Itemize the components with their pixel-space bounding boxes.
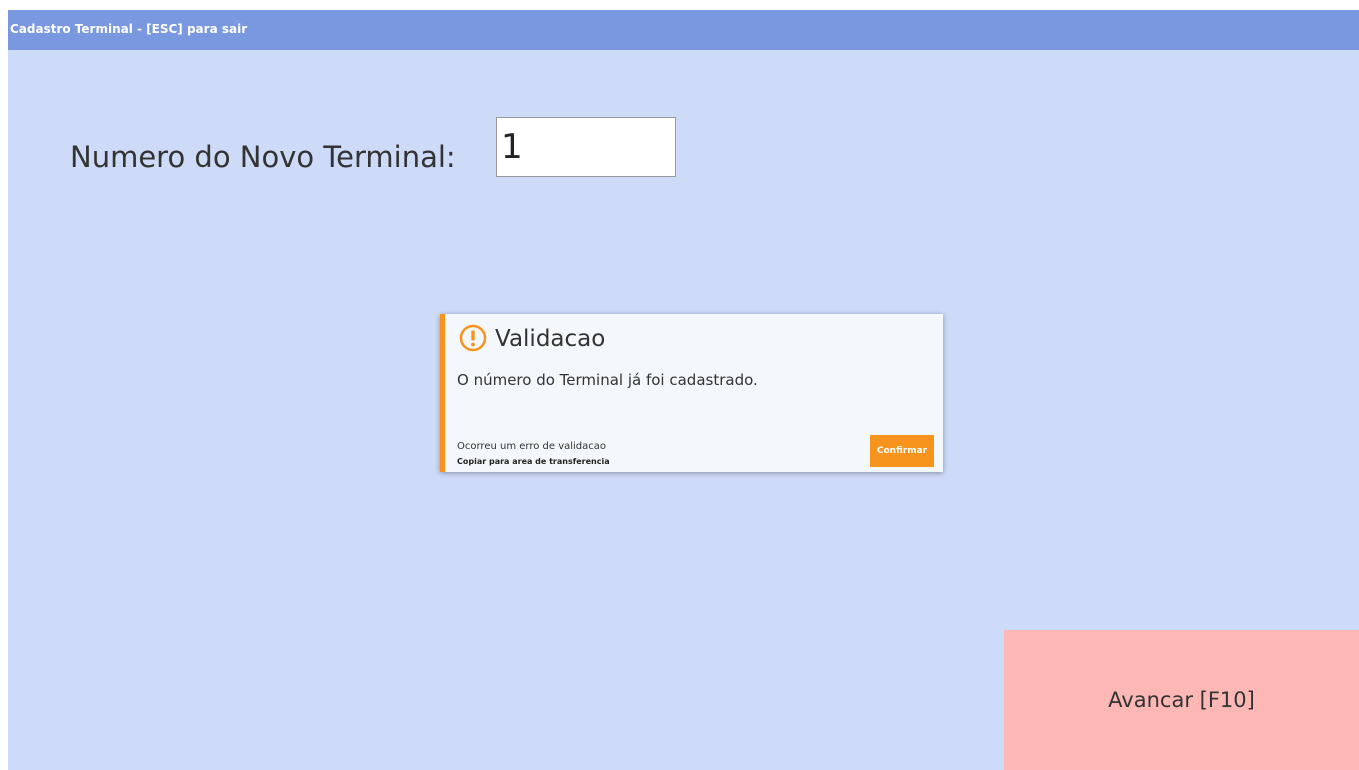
window-titlebar: Cadastro Terminal - [ESC] para sair: [8, 10, 1359, 50]
validation-dialog: Validacao O número do Terminal já foi ca…: [440, 314, 943, 472]
confirm-button[interactable]: Confirmar: [870, 435, 934, 467]
dialog-title: Validacao: [495, 326, 606, 352]
advance-button[interactable]: Avancar [F10]: [1004, 630, 1359, 770]
dialog-message: O número do Terminal já foi cadastrado.: [457, 371, 758, 389]
exclamation-circle-icon: [459, 324, 487, 352]
copy-to-clipboard-link[interactable]: Copiar para area de transferencia: [457, 457, 610, 466]
window-title: Cadastro Terminal - [ESC] para sair: [10, 22, 248, 36]
dialog-error-detail: Ocorreu um erro de validacao: [457, 441, 607, 452]
terminal-number-input[interactable]: [496, 117, 676, 177]
terminal-number-label: Numero do Novo Terminal:: [70, 140, 456, 174]
terminal-registration-window: Cadastro Terminal - [ESC] para sair Nume…: [8, 10, 1359, 770]
